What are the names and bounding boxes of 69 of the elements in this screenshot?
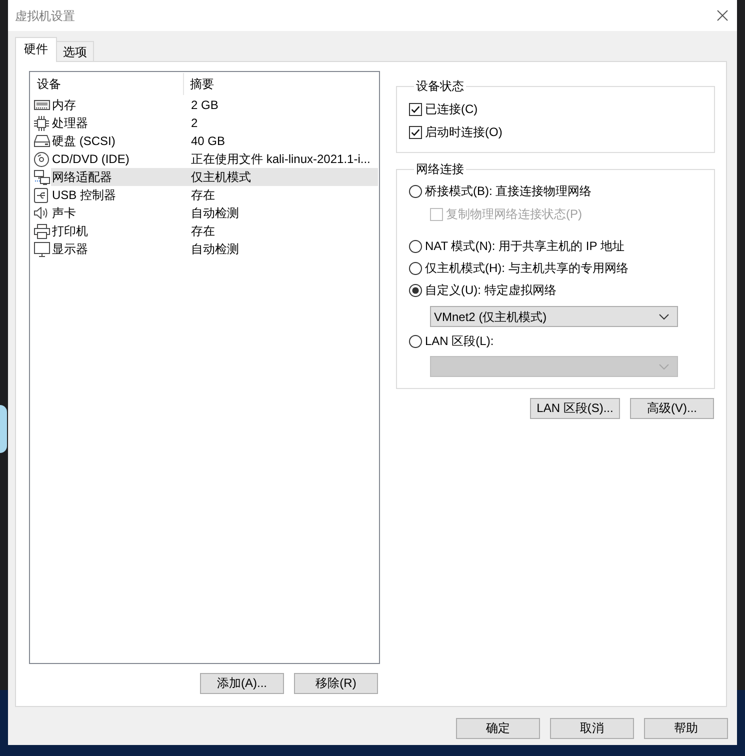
memory-module-icon <box>34 100 50 110</box>
group-title: 设备状态 <box>415 79 465 93</box>
radio-label[interactable]: LAN 区段(L): <box>425 334 494 348</box>
dialog-button[interactable]: 确定 <box>456 718 540 739</box>
device-summary: 2 GB <box>191 98 218 112</box>
list-row[interactable]: 处理器 2 <box>51 114 378 132</box>
device-name: 硬盘 (SCSI) <box>51 134 116 148</box>
device-summary: 存在 <box>191 188 215 202</box>
list-action-button[interactable]: 添加(A)... <box>200 673 284 694</box>
checkbox[interactable] <box>409 102 422 116</box>
window-title: 虚拟机设置 <box>15 8 75 22</box>
monitor-icon <box>34 242 50 256</box>
column-header: 设备 <box>37 77 61 91</box>
device-name: 内存 <box>51 98 77 112</box>
list-row[interactable]: 声卡 自动检测 <box>51 204 378 222</box>
radio-label[interactable]: 桥接模式(B): 直接连接物理网络 <box>425 184 592 198</box>
list-row[interactable]: 内存 2 GB <box>51 96 378 114</box>
close-icon[interactable] <box>717 10 728 21</box>
radio-button[interactable] <box>409 184 422 198</box>
device-summary: 40 GB <box>191 134 226 148</box>
device-summary: 仅主机模式 <box>191 170 251 184</box>
usb-icon <box>34 188 48 202</box>
dialog-button[interactable]: 帮助 <box>644 718 728 739</box>
radio-button[interactable] <box>409 262 422 274</box>
device-name: 网络适配器 <box>51 170 113 184</box>
radio-button[interactable] <box>409 284 422 296</box>
list-row[interactable]: 网络适配器 仅主机模式 <box>51 168 378 186</box>
checkbox-label[interactable]: 已连接(C) <box>425 102 478 116</box>
device-name: 显示器 <box>51 242 89 256</box>
group-title: 网络连接 <box>415 162 465 176</box>
radio-label[interactable]: 仅主机模式(H): 与主机共享的专用网络 <box>425 261 628 275</box>
networked-computers-icon <box>34 170 50 184</box>
hard-drive-icon <box>34 135 50 147</box>
dialog-button[interactable]: 取消 <box>550 718 634 739</box>
device-name: CD/DVD (IDE) <box>51 152 130 166</box>
device-summary: 2 <box>191 116 198 130</box>
checkbox[interactable] <box>409 126 422 138</box>
network-action-button[interactable]: LAN 区段(S)... <box>530 398 620 419</box>
chevron-down-icon <box>659 314 669 320</box>
speaker-icon <box>34 207 48 219</box>
checkbox-label[interactable]: 启动时连接(O) <box>425 125 502 139</box>
device-summary: 正在使用文件 kali-linux-2021.1-i... <box>191 152 370 166</box>
device-name: 处理器 <box>51 116 89 130</box>
list-row[interactable]: 硬盘 (SCSI) 40 GB <box>51 132 378 150</box>
device-name: USB 控制器 <box>51 188 118 202</box>
list-row[interactable]: 打印机 存在 <box>51 222 378 240</box>
network-dropdown[interactable]: VMnet2 (仅主机模式) <box>430 306 678 327</box>
device-name: 打印机 <box>51 224 89 238</box>
disc-icon <box>34 152 49 166</box>
radio-button[interactable] <box>409 240 422 252</box>
list-row[interactable]: 显示器 自动检测 <box>51 240 378 258</box>
device-summary: 自动检测 <box>191 206 239 220</box>
column-header: 摘要 <box>189 77 214 91</box>
list-row[interactable]: CD/DVD (IDE) 正在使用文件 kali-linux-2021.1-i... <box>51 150 378 168</box>
list-action-button[interactable]: 移除(R) <box>294 673 378 694</box>
device-summary: 自动检测 <box>191 242 239 256</box>
radio-label[interactable]: 自定义(U): 特定虚拟网络 <box>425 283 556 297</box>
tab[interactable]: 选项 <box>57 41 94 62</box>
list-row[interactable]: USB 控制器 存在 <box>51 186 378 204</box>
background-icon <box>0 405 7 453</box>
printer-icon <box>34 224 50 238</box>
radio-button[interactable] <box>409 334 422 348</box>
network-action-button[interactable]: 高级(V)... <box>630 398 714 419</box>
chip-icon <box>34 116 49 130</box>
tab[interactable]: 硬件 <box>15 37 57 62</box>
device-name: 声卡 <box>51 206 77 220</box>
radio-label[interactable]: NAT 模式(N): 用于共享主机的 IP 地址 <box>425 239 624 253</box>
chevron-down-icon <box>659 364 669 370</box>
device-summary: 存在 <box>191 224 215 238</box>
